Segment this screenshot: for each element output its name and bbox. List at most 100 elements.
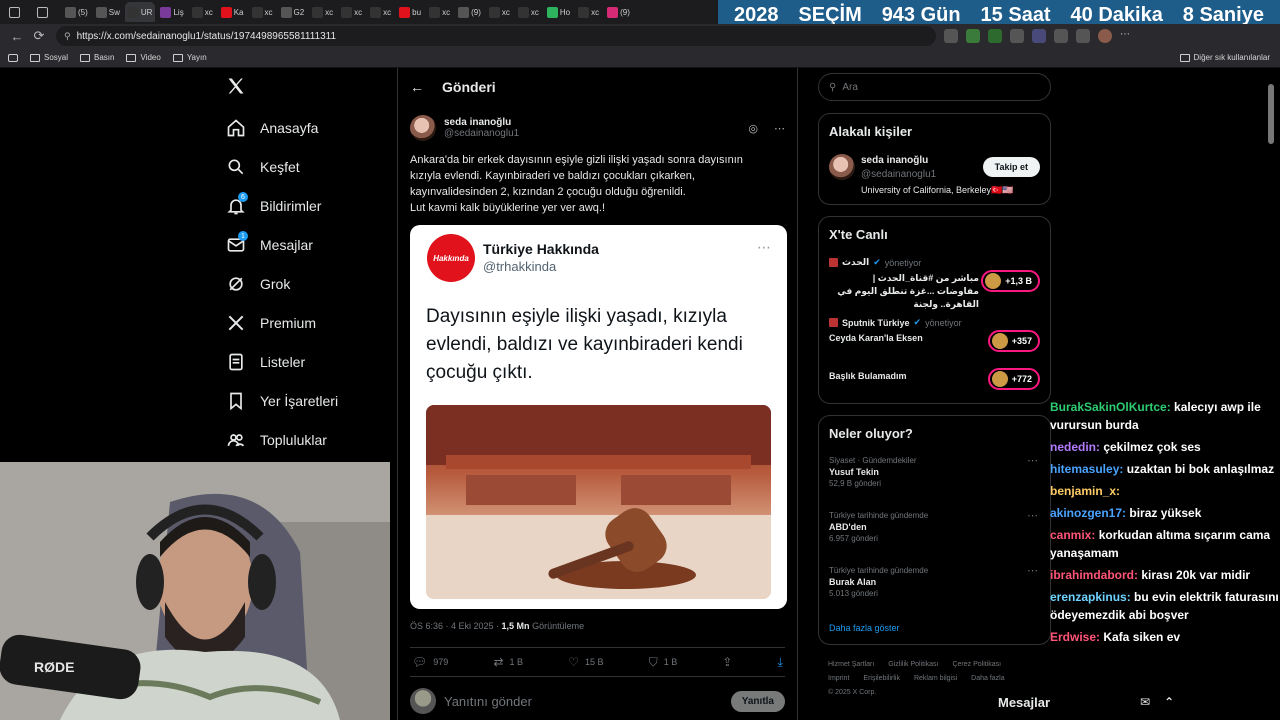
avatar[interactable] xyxy=(829,154,855,180)
trend-item[interactable]: Türkiye tarihinde gündemde Burak Alan 5.01… xyxy=(829,566,928,598)
live-title[interactable]: Ceyda Karan'la Eksen xyxy=(829,332,979,345)
nav-item-premium[interactable]: Premium xyxy=(220,303,390,342)
other-bookmarks[interactable]: Diğer sık kullanılanlar xyxy=(1179,53,1270,62)
footer-link[interactable]: Erişilebilirlik xyxy=(863,672,900,686)
host-role: yönetiyor xyxy=(925,317,962,328)
live-listener-pill[interactable]: +357 xyxy=(987,330,1040,352)
nav-item-yer-i-aretleri[interactable]: Yer İşaretleri xyxy=(220,381,390,420)
extension-icon[interactable] xyxy=(1032,29,1046,43)
share-button[interactable]: ⇪ xyxy=(722,655,732,669)
compose-message-icon[interactable]: ✉ xyxy=(1140,695,1150,709)
avatar[interactable] xyxy=(410,115,436,141)
reply-button[interactable]: 💬︎ 979 xyxy=(412,655,448,669)
tab-title: xc xyxy=(325,7,334,17)
download-button[interactable]: ⤓ xyxy=(778,655,783,670)
browser-tab[interactable]: xc xyxy=(309,2,336,22)
profile-avatar-icon[interactable] xyxy=(1098,29,1112,43)
trend-item[interactable]: Türkiye tarihinde gündemde ABD'den 6.957 g… xyxy=(829,511,928,543)
footer-link[interactable]: Hizmet Şartları xyxy=(828,658,874,672)
browser-tab[interactable]: (9) xyxy=(455,2,484,22)
browser-tab[interactable]: (5) xyxy=(62,2,91,22)
author-handle[interactable]: @sedainanoglu1 xyxy=(444,128,519,139)
footer-link[interactable]: Çerez Politikası xyxy=(952,658,1001,672)
more-options-icon[interactable]: ⋯ xyxy=(1027,454,1038,467)
browser-tab[interactable]: xc xyxy=(189,2,216,22)
related-handle[interactable]: @sedainanoglu1 xyxy=(861,169,936,180)
expand-chevron-icon[interactable]: ⌃ xyxy=(1164,695,1174,709)
back-arrow-icon[interactable]: ← xyxy=(6,25,28,47)
nav-item-anasayfa[interactable]: Anasayfa xyxy=(220,108,390,147)
url-bar[interactable]: ⚲ https://x.com/sedainanoglu1/status/197… xyxy=(56,26,936,46)
nav-item-topluluklar[interactable]: Topluluklar xyxy=(220,420,390,459)
tab-title: (9) xyxy=(471,7,481,17)
author-name[interactable]: seda inanoğlu xyxy=(444,117,519,128)
extension-icon[interactable] xyxy=(1010,29,1024,43)
tab-actions-icon[interactable] xyxy=(34,2,60,22)
extension-icon[interactable] xyxy=(988,29,1002,43)
back-arrow-icon[interactable]: ← xyxy=(410,79,424,95)
live-title[interactable]: مباشر من #قناة_الحدث | مفاوضات ...غزة تن… xyxy=(829,272,979,311)
reload-icon[interactable]: ⟳ xyxy=(28,25,50,47)
footer-link[interactable]: Imprint xyxy=(828,672,849,686)
bookmark-folder[interactable]: Basın xyxy=(80,53,114,62)
browser-tab[interactable]: xc xyxy=(249,2,276,22)
grok-icon[interactable]: ◎ xyxy=(748,122,758,135)
reading-list-icon[interactable] xyxy=(8,53,18,62)
reply-submit-button[interactable]: Yanıtla xyxy=(730,690,785,712)
live-host[interactable]: Sputnik Türkiye ✔ yönetiyor xyxy=(829,317,962,328)
nav-item-mesajlar[interactable]: 1 Mesajlar xyxy=(220,225,390,264)
browser-tab[interactable]: Liş xyxy=(157,2,186,22)
reply-input[interactable]: Yanıtını gönder xyxy=(444,694,723,709)
browser-tab[interactable]: xc xyxy=(575,2,602,22)
browser-tab[interactable]: xc xyxy=(367,2,394,22)
live-listener-pill[interactable]: +772 xyxy=(987,368,1040,390)
more-options-icon[interactable]: ⋯ xyxy=(1027,509,1038,522)
browser-tab[interactable]: (9) xyxy=(604,2,633,22)
nav-item-listeler[interactable]: Listeler xyxy=(220,342,390,381)
workspaces-icon[interactable] xyxy=(6,2,32,22)
browser-tab[interactable]: xc xyxy=(515,2,542,22)
browser-tab[interactable]: xc xyxy=(486,2,513,22)
nav-item-grok[interactable]: Grok xyxy=(220,264,390,303)
x-logo-icon[interactable] xyxy=(226,76,246,101)
live-host[interactable]: الحدث ✔ yönetiyor xyxy=(829,257,921,268)
like-button[interactable]: ♡ 15 B xyxy=(568,655,603,669)
site-info-icon[interactable]: ⚲ xyxy=(64,31,71,42)
nav-item-ke-fet[interactable]: Keşfet xyxy=(220,147,390,186)
browser-tab[interactable]: Sw xyxy=(93,2,123,22)
extension-icon[interactable] xyxy=(944,29,958,43)
bookmark-folder[interactable]: Video xyxy=(126,53,161,62)
browser-tab[interactable]: UR xyxy=(124,2,156,22)
search-input[interactable]: ⚲ Ara xyxy=(818,73,1051,101)
tweet-timestamp[interactable]: ÖS 6:36 · 4 Eki 2025 · xyxy=(410,621,502,631)
browser-tab[interactable]: bu xyxy=(396,2,424,22)
follow-button[interactable]: Takip et xyxy=(982,157,1040,177)
related-name[interactable]: seda inanoğlu xyxy=(861,155,928,166)
bookmark-folder[interactable]: Yayın xyxy=(172,53,207,62)
footer-link[interactable]: Gizlilik Politikası xyxy=(888,658,938,672)
live-title[interactable]: Başlık Bulamadım xyxy=(829,370,979,383)
tweet-author[interactable]: seda inanoğlu @sedainanoglu1 ◎ ⋯ xyxy=(410,110,785,146)
footer-link[interactable]: Reklam bilgisi xyxy=(914,672,957,686)
bookmark-button[interactable]: ⛉ 1 B xyxy=(649,655,678,670)
messages-dock[interactable]: Mesajlar ✉ ⌃ xyxy=(986,684,1252,720)
shield-icon[interactable] xyxy=(1076,29,1090,43)
favorites-icon[interactable] xyxy=(1054,29,1068,43)
retweet-button[interactable]: ⇄ 1 B xyxy=(493,655,523,669)
nav-item-bildirimler[interactable]: 6 Bildirimler xyxy=(220,186,390,225)
browser-tab[interactable]: Ka xyxy=(218,2,247,22)
tweet-embedded-image[interactable]: Hakkında Türkiye Hakkında @trhakkinda ⋯ … xyxy=(410,225,787,609)
browser-tab[interactable]: G2 xyxy=(278,2,308,22)
page-scrollbar[interactable] xyxy=(1268,84,1274,144)
more-options-icon[interactable]: ⋯ xyxy=(1120,29,1134,43)
more-options-icon[interactable]: ⋯ xyxy=(774,122,785,135)
browser-tab[interactable]: Ho xyxy=(544,2,573,22)
bookmark-folder[interactable]: Sosyal xyxy=(30,53,68,62)
trend-item[interactable]: Siyaset · Gündemdekiler Yusuf Tekin 52,9 B… xyxy=(829,456,917,488)
browser-tab[interactable]: xc xyxy=(426,2,453,22)
live-listener-pill[interactable]: +1,3 B xyxy=(981,270,1040,292)
more-options-icon[interactable]: ⋯ xyxy=(1027,564,1038,577)
extension-icon[interactable] xyxy=(966,29,980,43)
browser-tab[interactable]: xc xyxy=(338,2,365,22)
show-more-link[interactable]: Daha fazla göster xyxy=(829,623,900,633)
